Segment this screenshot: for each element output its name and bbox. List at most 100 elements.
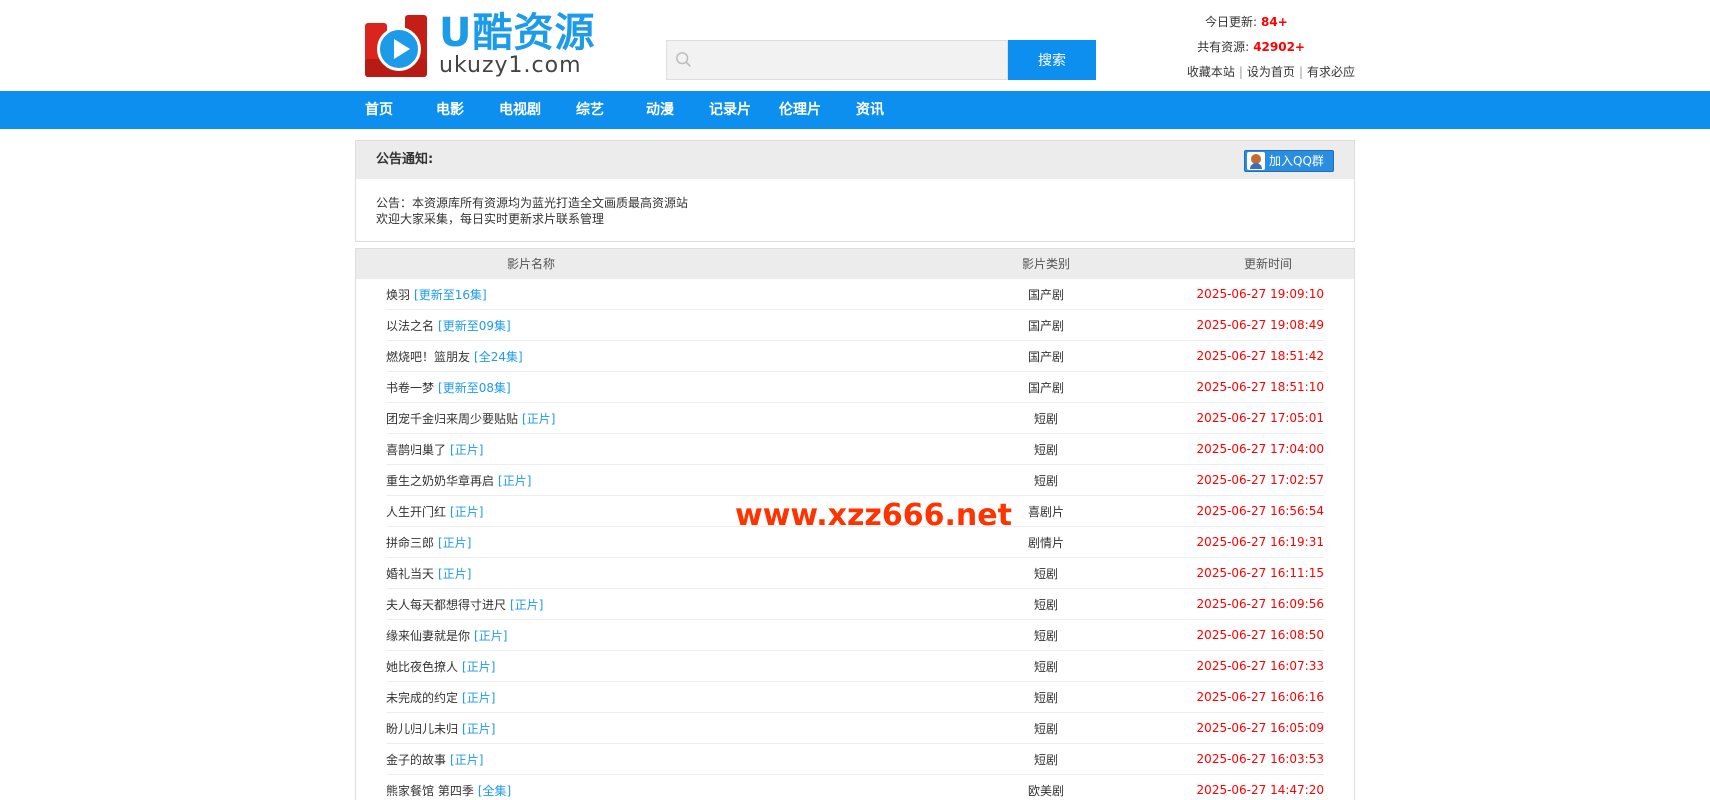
main-content: 公告通知: 加入QQ群 公告：本资源库所有资源均为蓝光打造全文画质最高资源站 欢… (355, 140, 1355, 800)
nav-variety[interactable]: 综艺 (555, 91, 625, 129)
movie-category: 国产剧 (1027, 349, 1064, 364)
movie-title[interactable]: 缘来仙妻就是你 [正片] (386, 627, 956, 644)
table-row[interactable]: 人生开门红 [正片] 喜剧片 2025-06-27 16:56:54 (386, 496, 1324, 527)
episode-tag[interactable]: [正片] (450, 505, 483, 519)
movie-title[interactable]: 拼命三郎 [正片] (386, 534, 956, 551)
nav-anime[interactable]: 动漫 (625, 91, 695, 129)
table-row[interactable]: 重生之奶奶华章再启 [正片] 短剧 2025-06-27 17:02:57 (386, 465, 1324, 496)
movie-title[interactable]: 以法之名 [更新至09集] (386, 317, 956, 334)
movie-category: 短剧 (1033, 473, 1058, 488)
update-time: 2025-06-27 16:05:09 (1196, 721, 1324, 735)
table-row[interactable]: 夫人每天都想得寸进尺 [正片] 短剧 2025-06-27 16:09:56 (386, 589, 1324, 620)
list-header: 影片名称 影片类别 更新时间 (356, 249, 1354, 279)
nav-movies[interactable]: 电影 (415, 91, 485, 129)
episode-tag[interactable]: [更新至09集] (438, 319, 511, 333)
nav-documentary[interactable]: 记录片 (695, 91, 765, 129)
movie-title[interactable]: 婚礼当天 [正片] (386, 565, 956, 582)
site-logo[interactable]: U酷资源 ukuzy1.com (365, 12, 605, 80)
movie-title[interactable]: 书卷一梦 [更新至08集] (386, 379, 956, 396)
update-time: 2025-06-27 16:11:15 (1196, 566, 1324, 580)
update-time: 2025-06-27 17:04:00 (1196, 442, 1324, 456)
table-row[interactable]: 金子的故事 [正片] 短剧 2025-06-27 16:03:53 (386, 744, 1324, 775)
notice-line-1: 公告：本资源库所有资源均为蓝光打造全文画质最高资源站 (376, 196, 689, 210)
table-row[interactable]: 盼儿归儿未归 [正片] 短剧 2025-06-27 16:05:09 (386, 713, 1324, 744)
episode-tag[interactable]: [正片] (438, 567, 471, 581)
table-row[interactable]: 缘来仙妻就是你 [正片] 短剧 2025-06-27 16:08:50 (386, 620, 1324, 651)
update-time: 2025-06-27 14:47:20 (1196, 783, 1324, 797)
episode-tag[interactable]: [正片] (474, 629, 507, 643)
episode-tag[interactable]: [正片] (450, 443, 483, 457)
table-row[interactable]: 焕羽 [更新至16集] 国产剧 2025-06-27 19:09:10 (386, 279, 1324, 310)
table-row[interactable]: 她比夜色撩人 [正片] 短剧 2025-06-27 16:07:33 (386, 651, 1324, 682)
join-qq-group-button[interactable]: 加入QQ群 (1244, 150, 1334, 172)
episode-tag[interactable]: [正片] (462, 691, 495, 705)
movie-title[interactable]: 金子的故事 [正片] (386, 751, 956, 768)
today-updates: 今日更新: 84+ (1187, 10, 1355, 35)
logo-title: U酷资源 (439, 10, 596, 56)
movie-title[interactable]: 重生之奶奶华章再启 [正片] (386, 472, 956, 489)
episode-tag[interactable]: [正片] (498, 474, 531, 488)
episode-tag[interactable]: [全24集] (474, 350, 523, 364)
update-time: 2025-06-27 16:03:53 (1196, 752, 1324, 766)
update-time: 2025-06-27 16:56:54 (1196, 504, 1324, 518)
episode-tag[interactable]: [正片] (462, 660, 495, 674)
table-row[interactable]: 未完成的约定 [正片] 短剧 2025-06-27 16:06:16 (386, 682, 1324, 713)
episode-tag[interactable]: [更新至16集] (414, 288, 487, 302)
qq-group-icon (1247, 152, 1265, 170)
table-row[interactable]: 以法之名 [更新至09集] 国产剧 2025-06-27 19:08:49 (386, 310, 1324, 341)
header-links: 收藏本站 | 设为首页 | 有求必应 (1186, 65, 1355, 79)
table-row[interactable]: 燃烧吧！篮朋友 [全24集] 国产剧 2025-06-27 18:51:42 (386, 341, 1324, 372)
nav-tv-series[interactable]: 电视剧 (485, 91, 555, 129)
movie-title[interactable]: 未完成的约定 [正片] (386, 689, 956, 706)
search-bar: 搜索 (666, 40, 1096, 80)
movie-category: 短剧 (1033, 628, 1058, 643)
movie-title[interactable]: 焕羽 [更新至16集] (386, 286, 956, 303)
table-row[interactable]: 喜鹊归巢了 [正片] 短剧 2025-06-27 17:04:00 (386, 434, 1324, 465)
episode-tag[interactable]: [正片] (450, 753, 483, 767)
episode-tag[interactable]: [正片] (438, 536, 471, 550)
request-link[interactable]: 有求必应 (1307, 65, 1355, 79)
update-time: 2025-06-27 17:05:01 (1196, 411, 1324, 425)
movie-title[interactable]: 夫人每天都想得寸进尺 [正片] (386, 596, 956, 613)
movie-title[interactable]: 熊家餐馆 第四季 [全集] (386, 782, 956, 799)
bookmark-link[interactable]: 收藏本站 (1187, 65, 1235, 79)
movie-title[interactable]: 团宠千金归来周少要贴贴 [正片] (386, 410, 956, 427)
episode-tag[interactable]: [全集] (478, 784, 511, 798)
search-button[interactable]: 搜索 (1008, 40, 1096, 80)
nav-home[interactable]: 首页 (365, 91, 415, 129)
movie-title[interactable]: 喜鹊归巢了 [正片] (386, 441, 956, 458)
nav-ethics[interactable]: 伦理片 (765, 91, 835, 129)
today-updates-count: 84+ (1261, 15, 1288, 29)
movie-title[interactable]: 盼儿归儿未归 [正片] (386, 720, 956, 737)
episode-tag[interactable]: [更新至08集] (438, 381, 511, 395)
notice-line-2: 欢迎大家采集，每日实时更新求片联系管理 (376, 212, 605, 226)
episode-tag[interactable]: [正片] (522, 412, 555, 426)
movie-category: 短剧 (1033, 721, 1058, 736)
search-input[interactable] (667, 41, 1007, 79)
table-row[interactable]: 婚礼当天 [正片] 短剧 2025-06-27 16:11:15 (386, 558, 1324, 589)
header-type: 影片类别 (1021, 257, 1070, 271)
movie-category: 喜剧片 (1027, 504, 1064, 519)
movie-category: 短剧 (1033, 566, 1058, 581)
update-time: 2025-06-27 18:51:42 (1196, 349, 1324, 363)
update-time: 2025-06-27 19:09:10 (1196, 287, 1324, 301)
episode-tag[interactable]: [正片] (510, 598, 543, 612)
table-row[interactable]: 拼命三郎 [正片] 剧情片 2025-06-27 16:19:31 (386, 527, 1324, 558)
movie-category: 国产剧 (1027, 318, 1064, 333)
table-row[interactable]: 团宠千金归来周少要贴贴 [正片] 短剧 2025-06-27 17:05:01 (386, 403, 1324, 434)
header-name: 影片名称 (506, 257, 555, 271)
movie-category: 短剧 (1033, 690, 1058, 705)
table-row[interactable]: 熊家餐馆 第四季 [全集] 欧美剧 2025-06-27 14:47:20 (386, 775, 1324, 800)
set-homepage-link[interactable]: 设为首页 (1247, 65, 1295, 79)
header-time: 更新时间 (1243, 257, 1292, 271)
movie-title[interactable]: 她比夜色撩人 [正片] (386, 658, 956, 675)
episode-tag[interactable]: [正片] (462, 722, 495, 736)
site-stats: 今日更新: 84+ 共有资源: 42902+ 收藏本站 | 设为首页 | 有求必应 (1187, 10, 1355, 85)
movie-category: 剧情片 (1027, 535, 1064, 550)
search-icon (676, 52, 691, 67)
movie-title[interactable]: 人生开门红 [正片] (386, 503, 956, 520)
table-row[interactable]: 书卷一梦 [更新至08集] 国产剧 2025-06-27 18:51:10 (386, 372, 1324, 403)
movie-title[interactable]: 燃烧吧！篮朋友 [全24集] (386, 348, 956, 365)
movie-category: 短剧 (1033, 752, 1058, 767)
nav-news[interactable]: 资讯 (835, 91, 905, 129)
